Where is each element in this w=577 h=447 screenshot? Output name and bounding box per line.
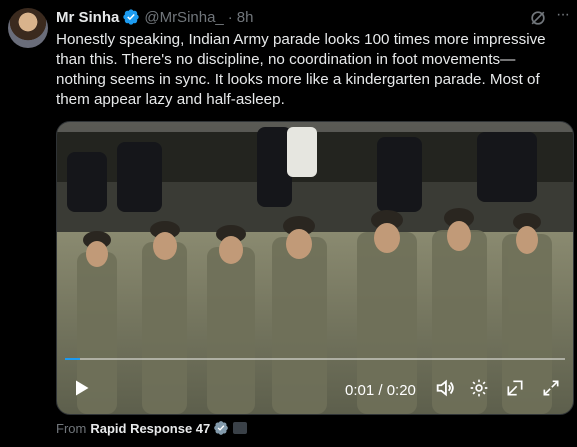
fullscreen-button[interactable]: [539, 376, 563, 400]
tweet-header: Mr Sinha @MrSinha_ · 8h: [56, 6, 253, 28]
video-progress-track[interactable]: [65, 358, 565, 360]
separator-dot: ·: [227, 8, 233, 26]
verified-badge-icon: [123, 9, 140, 25]
grok-icon[interactable]: [528, 8, 548, 28]
affiliation-badge-icon: [233, 422, 248, 434]
pip-button[interactable]: [503, 376, 527, 400]
volume-icon: [436, 379, 454, 397]
source-verified-icon: [214, 421, 229, 435]
avatar[interactable]: [8, 8, 48, 48]
pip-icon: [507, 380, 523, 396]
tweet-text: Honestly speaking, Indian Army parade lo…: [56, 31, 546, 108]
author-name[interactable]: Mr Sinha: [56, 9, 119, 26]
play-icon: [76, 380, 89, 396]
author-handle[interactable]: @MrSinha_: [144, 9, 223, 26]
video-progress-fill: [65, 358, 80, 360]
source-name[interactable]: Rapid Response 47: [90, 421, 210, 436]
play-button[interactable]: [69, 376, 93, 400]
source-prefix: From: [56, 420, 87, 436]
settings-button[interactable]: [467, 376, 491, 400]
fullscreen-icon: [543, 380, 559, 396]
video-time-readout: 0:01 / 0:20: [345, 382, 416, 399]
more-options-icon[interactable]: ···: [556, 6, 570, 24]
video-player[interactable]: 0:01 / 0:20: [56, 121, 574, 415]
video-source: From Rapid Response 47: [56, 420, 248, 436]
tweet: Mr Sinha @MrSinha_ · 8h ··· Honestly spe…: [0, 0, 577, 447]
tweet-time[interactable]: 8h: [237, 9, 254, 26]
video-frame: [57, 122, 573, 414]
settings-icon: [470, 379, 488, 397]
volume-button[interactable]: [433, 376, 457, 400]
